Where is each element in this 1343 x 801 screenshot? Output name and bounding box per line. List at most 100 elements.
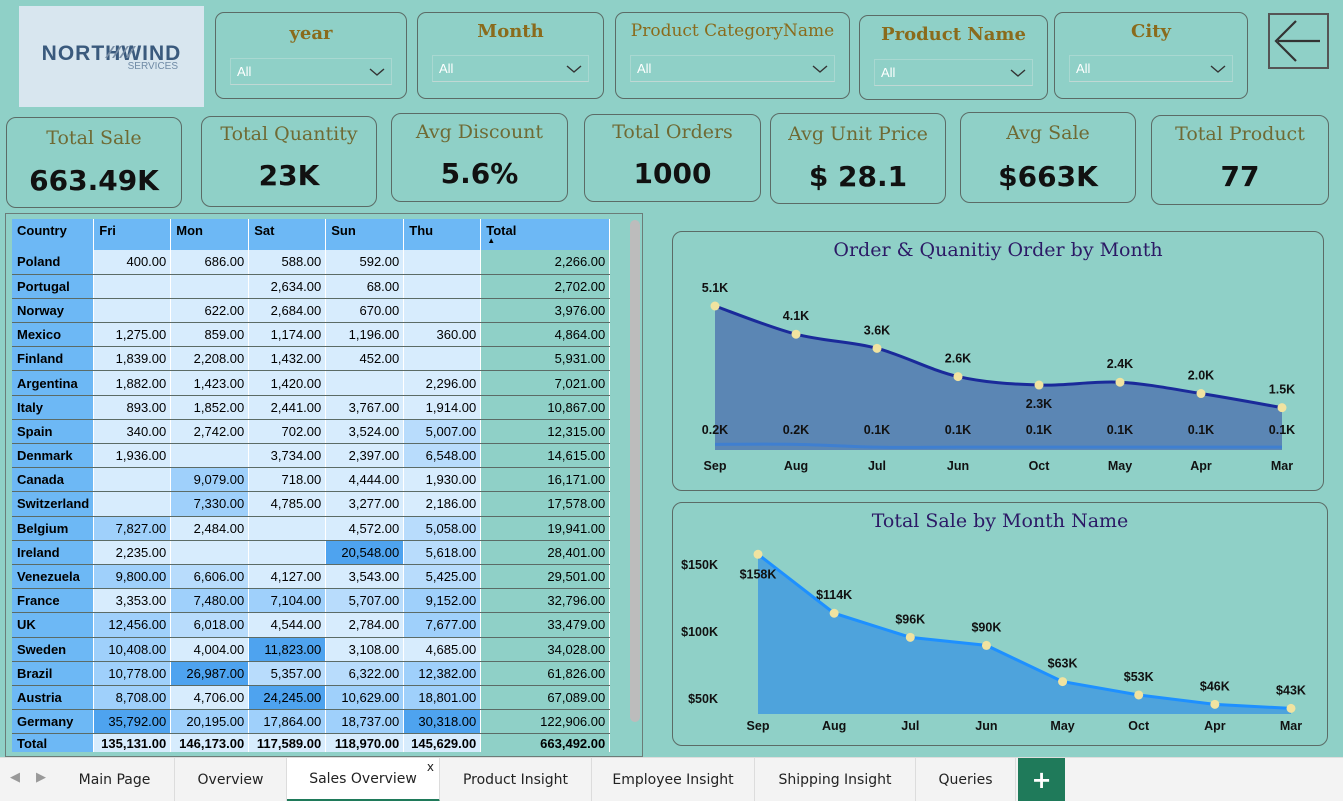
sale-point — [905, 632, 915, 642]
header-sun[interactable]: Sun — [325, 219, 405, 250]
matrix-value-cell: 588.00 — [248, 250, 327, 275]
x-tick-label: Aug — [822, 719, 846, 733]
chevron-down-icon — [1210, 64, 1226, 73]
kpi-total-product: Total Product 77 — [1151, 115, 1329, 205]
matrix-value-cell: 7,480.00 — [170, 588, 250, 614]
quantity-data-label: 0.1K — [1026, 423, 1052, 437]
matrix-value-cell: 1,432.00 — [248, 346, 327, 372]
matrix-value-cell: 7,330.00 — [170, 491, 250, 517]
matrix-row[interactable]: Venezuela 9,800.00 6,606.00 4,127.00 3,543.0… — [12, 564, 611, 590]
matrix-value-cell: 9,152.00 — [403, 588, 482, 614]
matrix-row[interactable]: Belgium 7,827.00 2,484.00 4,572.00 5,058.00 1… — [12, 516, 611, 541]
tab-prev-icon[interactable]: ◀ — [10, 770, 20, 785]
chevron-down-icon — [566, 64, 582, 73]
matrix-value-cell: 6,322.00 — [325, 661, 405, 686]
matrix-value-cell: 859.00 — [170, 322, 250, 348]
matrix-value-cell: 360.00 — [403, 322, 482, 348]
matrix-value-cell: 6,606.00 — [170, 564, 250, 590]
total-value-cell: 145,629.00 — [403, 733, 482, 752]
matrix-total-cell: 14,615.00 — [480, 443, 611, 469]
matrix-value-cell — [170, 274, 250, 299]
orders-point — [1196, 389, 1206, 399]
matrix-country-cell: Finland — [12, 346, 95, 372]
matrix-value-cell: 35,792.00 — [93, 709, 172, 735]
matrix-country-cell: Spain — [12, 419, 95, 445]
matrix-row[interactable]: Brazil 10,778.00 26,987.00 5,357.00 6,322.00… — [12, 661, 611, 686]
tab-product-insight[interactable]: Product Insight — [440, 758, 592, 801]
product-name-dropdown[interactable]: All — [874, 59, 1033, 86]
matrix-row[interactable]: France 3,353.00 7,480.00 7,104.00 5,707.00 9,… — [12, 588, 611, 614]
header-total[interactable]: Total ▲ — [480, 219, 611, 250]
x-tick-label: Jul — [901, 719, 919, 733]
sale-data-label: $90K — [971, 620, 1001, 634]
sort-ascending-icon: ▲ — [487, 236, 496, 245]
matrix-row[interactable]: Austria 8,708.00 4,706.00 24,245.00 10,629.0… — [12, 685, 611, 711]
tab-sales-overview[interactable]: Sales Overview x — [287, 758, 440, 801]
matrix-row[interactable]: UK 12,456.00 6,018.00 4,544.00 2,784.00 7,677… — [12, 612, 611, 638]
slicer-title: year — [289, 23, 333, 44]
matrix-row[interactable]: Norway 622.00 2,684.00 670.00 3,976.00 — [12, 298, 611, 324]
matrix-row[interactable]: Switzerland 7,330.00 4,785.00 3,277.00 2,186… — [12, 491, 611, 517]
tab-shipping-insight[interactable]: Shipping Insight — [755, 758, 916, 801]
dropdown-value: All — [237, 64, 252, 79]
year-dropdown[interactable]: All — [230, 58, 392, 85]
sale-point — [1210, 699, 1220, 709]
total-value-cell: 135,131.00 — [93, 733, 172, 752]
matrix-row[interactable]: Mexico 1,275.00 859.00 1,174.00 1,196.00 360.… — [12, 322, 611, 348]
x-tick-label: Jun — [947, 459, 969, 473]
matrix-value-cell: 2,235.00 — [93, 540, 172, 565]
matrix-total-cell: 2,702.00 — [480, 274, 611, 299]
add-page-button[interactable]: + — [1018, 758, 1065, 801]
matrix-country-cell: Brazil — [12, 661, 95, 686]
matrix-row[interactable]: Italy 893.00 1,852.00 2,441.00 3,767.00 1,914… — [12, 395, 611, 420]
matrix-value-cell: 17,864.00 — [248, 709, 327, 735]
tab-employee-insight[interactable]: Employee Insight — [592, 758, 755, 801]
matrix-value-cell: 2,742.00 — [170, 419, 250, 445]
matrix-total-cell: 34,028.00 — [480, 637, 611, 662]
header-thu[interactable]: Thu — [403, 219, 482, 250]
matrix-row[interactable]: Finland 1,839.00 2,208.00 1,432.00 452.00 5,9… — [12, 346, 611, 372]
matrix-value-cell: 4,572.00 — [325, 516, 405, 541]
tab-queries[interactable]: Queries — [916, 758, 1016, 801]
kpi-total-quantity: Total Quantity 23K — [201, 116, 377, 207]
close-tab-icon[interactable]: x — [427, 760, 434, 774]
matrix-row[interactable]: Germany 35,792.00 20,195.00 17,864.00 18,737… — [12, 709, 611, 735]
matrix-value-cell — [248, 516, 327, 541]
logo-sub: SERVICES — [127, 60, 178, 72]
matrix-country-cell: France — [12, 588, 95, 614]
matrix-row[interactable]: Spain 340.00 2,742.00 702.00 3,524.00 5,007.0… — [12, 419, 611, 445]
matrix-row[interactable]: Argentina 1,882.00 1,423.00 1,420.00 2,296.0… — [12, 370, 611, 396]
month-dropdown[interactable]: All — [432, 55, 589, 82]
matrix-row[interactable]: Sweden 10,408.00 4,004.00 11,823.00 3,108.00… — [12, 637, 611, 662]
header-fri[interactable]: Fri — [93, 219, 172, 250]
matrix-row[interactable]: Poland 400.00 686.00 588.00 592.00 2,266.00 — [12, 250, 611, 275]
header-country[interactable]: Country — [12, 219, 95, 250]
matrix-value-cell: 340.00 — [93, 419, 172, 445]
matrix-row[interactable]: Canada 9,079.00 718.00 4,444.00 1,930.00 16,1… — [12, 467, 611, 493]
orders-point — [791, 329, 801, 339]
matrix-total-cell: 61,826.00 — [480, 661, 611, 686]
matrix-scrollbar[interactable] — [630, 220, 640, 722]
tab-overview[interactable]: Overview — [175, 758, 287, 801]
product-category-dropdown[interactable]: All — [630, 55, 835, 82]
back-button[interactable] — [1268, 13, 1329, 69]
matrix-row[interactable]: Portugal 2,634.00 68.00 2,702.00 — [12, 274, 611, 299]
dropdown-value: All — [1076, 61, 1091, 76]
matrix-value-cell: 3,734.00 — [248, 443, 327, 469]
matrix-row[interactable]: Denmark 1,936.00 3,734.00 2,397.00 6,548.00 1… — [12, 443, 611, 469]
header-mon[interactable]: Mon — [170, 219, 250, 250]
matrix-value-cell — [403, 298, 482, 324]
matrix-row[interactable]: Ireland 2,235.00 20,548.00 5,618.00 28,401.0… — [12, 540, 611, 565]
matrix-value-cell: 2,208.00 — [170, 346, 250, 372]
orders-point — [953, 372, 963, 382]
matrix-value-cell: 9,079.00 — [170, 467, 250, 493]
logo-mark-icon — [105, 46, 136, 58]
tab-main-page[interactable]: Main Page — [55, 758, 175, 801]
matrix-total-cell: 19,941.00 — [480, 516, 611, 541]
matrix-value-cell: 893.00 — [93, 395, 172, 420]
city-dropdown[interactable]: All — [1069, 55, 1233, 82]
header-sat[interactable]: Sat — [248, 219, 327, 250]
kpi-value: 77 — [1220, 160, 1260, 193]
matrix-value-cell: 1,174.00 — [248, 322, 327, 348]
tab-next-icon[interactable]: ▶ — [36, 770, 46, 785]
